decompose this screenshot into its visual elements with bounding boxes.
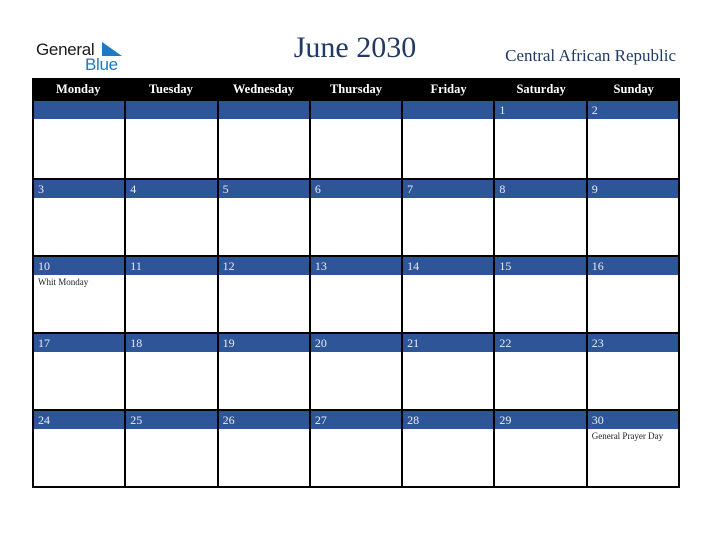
day-cell[interactable]: 4 (126, 178, 219, 255)
day-cell[interactable]: 23 (587, 332, 680, 409)
day-cell[interactable] (34, 101, 127, 178)
day-number (218, 101, 309, 119)
general-blue-logo: General Blue (36, 40, 136, 76)
day-number: 27 (310, 411, 402, 429)
week-row: 3456789 (32, 178, 680, 255)
weekday-thursday: Thursday (329, 82, 383, 96)
country-name: Central African Republic (505, 46, 676, 65)
day-cell[interactable] (218, 101, 311, 178)
day-number (310, 101, 402, 119)
week-row: 10 Whit Monday 11 12 13 14 15 16 (32, 255, 680, 332)
day-number (403, 101, 494, 119)
day-number: 12 (218, 257, 309, 275)
day-cell[interactable]: 13 (310, 255, 404, 332)
day-number: 9 (587, 180, 678, 198)
day-cell[interactable]: 18 (126, 332, 219, 409)
logo-text-blue: Blue (85, 55, 118, 74)
day-cell[interactable]: 5 (218, 178, 311, 255)
day-cell[interactable]: 2 (587, 101, 680, 178)
day-cell[interactable]: 27 (310, 409, 404, 486)
day-number: 25 (126, 411, 217, 429)
week-row: 12 (32, 101, 680, 178)
day-cell[interactable]: 30 General Prayer Day (587, 409, 680, 486)
week-row: 24 25 26 27 28 29 30 General Prayer Day (32, 409, 680, 488)
day-cell[interactable]: 19 (218, 332, 311, 409)
day-number (34, 101, 125, 119)
day-cell[interactable]: 6 (310, 178, 404, 255)
week-row: 17 18 19 20 21 22 23 (32, 332, 680, 409)
day-cell[interactable]: 16 (587, 255, 680, 332)
day-cell[interactable]: 25 (126, 409, 219, 486)
day-cell[interactable] (310, 101, 404, 178)
day-cell[interactable]: 22 (495, 332, 588, 409)
day-cell[interactable]: 10 Whit Monday (34, 255, 127, 332)
weekday-friday: Friday (430, 82, 467, 96)
day-number: 2 (587, 101, 678, 119)
day-cell[interactable] (403, 101, 496, 178)
weekday-saturday: Saturday (516, 82, 566, 96)
day-cell[interactable]: 8 (495, 178, 588, 255)
day-number: 5 (218, 180, 309, 198)
month-title: June 2030 (293, 31, 417, 64)
day-number: 10 (34, 257, 125, 275)
weekday-monday: Monday (56, 82, 101, 96)
day-number: 30 (587, 411, 678, 429)
day-number: 8 (495, 180, 586, 198)
day-number: 1 (495, 101, 586, 119)
day-cell[interactable]: 21 (403, 332, 496, 409)
weekday-tuesday: Tuesday (148, 82, 193, 96)
day-number: 14 (403, 257, 494, 275)
day-number: 11 (126, 257, 217, 275)
day-cell[interactable]: 9 (587, 178, 680, 255)
day-cell[interactable] (126, 101, 219, 178)
day-number: 16 (587, 257, 678, 275)
day-cell[interactable]: 7 (403, 178, 496, 255)
holiday-label: Whit Monday (38, 277, 89, 287)
day-cell[interactable]: 29 (495, 409, 588, 486)
weekday-sunday: Sunday (613, 82, 654, 96)
day-number: 28 (403, 411, 494, 429)
day-number: 23 (587, 334, 678, 352)
day-number: 13 (310, 257, 402, 275)
day-number: 4 (126, 180, 217, 198)
weekday-header-row: Monday Tuesday Wednesday Thursday Friday… (32, 78, 680, 101)
holiday-label: General Prayer Day (591, 431, 664, 441)
day-number: 20 (310, 334, 402, 352)
day-number: 26 (218, 411, 309, 429)
day-number: 15 (495, 257, 586, 275)
day-number: 21 (403, 334, 494, 352)
calendar-grid: Monday Tuesday Wednesday Thursday Friday… (32, 78, 680, 488)
day-cell[interactable]: 28 (403, 409, 496, 486)
day-cell[interactable]: 24 (34, 409, 127, 486)
weeks-container: 1 2 3 4 5 6 7 8 9 10 Whit Monday 11 12 13 14 15 16 17 18 19… (32, 101, 680, 488)
day-number: 24 (34, 411, 125, 429)
day-cell[interactable]: 17 (34, 332, 127, 409)
day-cell[interactable]: 3 (34, 178, 127, 255)
day-number: 18 (126, 334, 217, 352)
day-cell[interactable]: 14 (403, 255, 496, 332)
day-number: 17 (34, 334, 125, 352)
weekday-wednesday: Wednesday (232, 82, 294, 96)
day-number: 7 (403, 180, 494, 198)
day-number: 22 (495, 334, 586, 352)
day-cell[interactable]: 11 (126, 255, 219, 332)
day-cell[interactable]: 15 (495, 255, 588, 332)
day-cell[interactable]: 12 (218, 255, 311, 332)
day-cell[interactable]: 26 (218, 409, 311, 486)
day-number: 19 (218, 334, 309, 352)
day-number: 3 (34, 180, 125, 198)
day-number: 6 (310, 180, 402, 198)
logo-triangle-icon (102, 42, 122, 56)
day-cell[interactable]: 1 (495, 101, 588, 178)
day-number (126, 101, 217, 119)
day-cell[interactable]: 20 (310, 332, 404, 409)
day-number: 29 (495, 411, 586, 429)
